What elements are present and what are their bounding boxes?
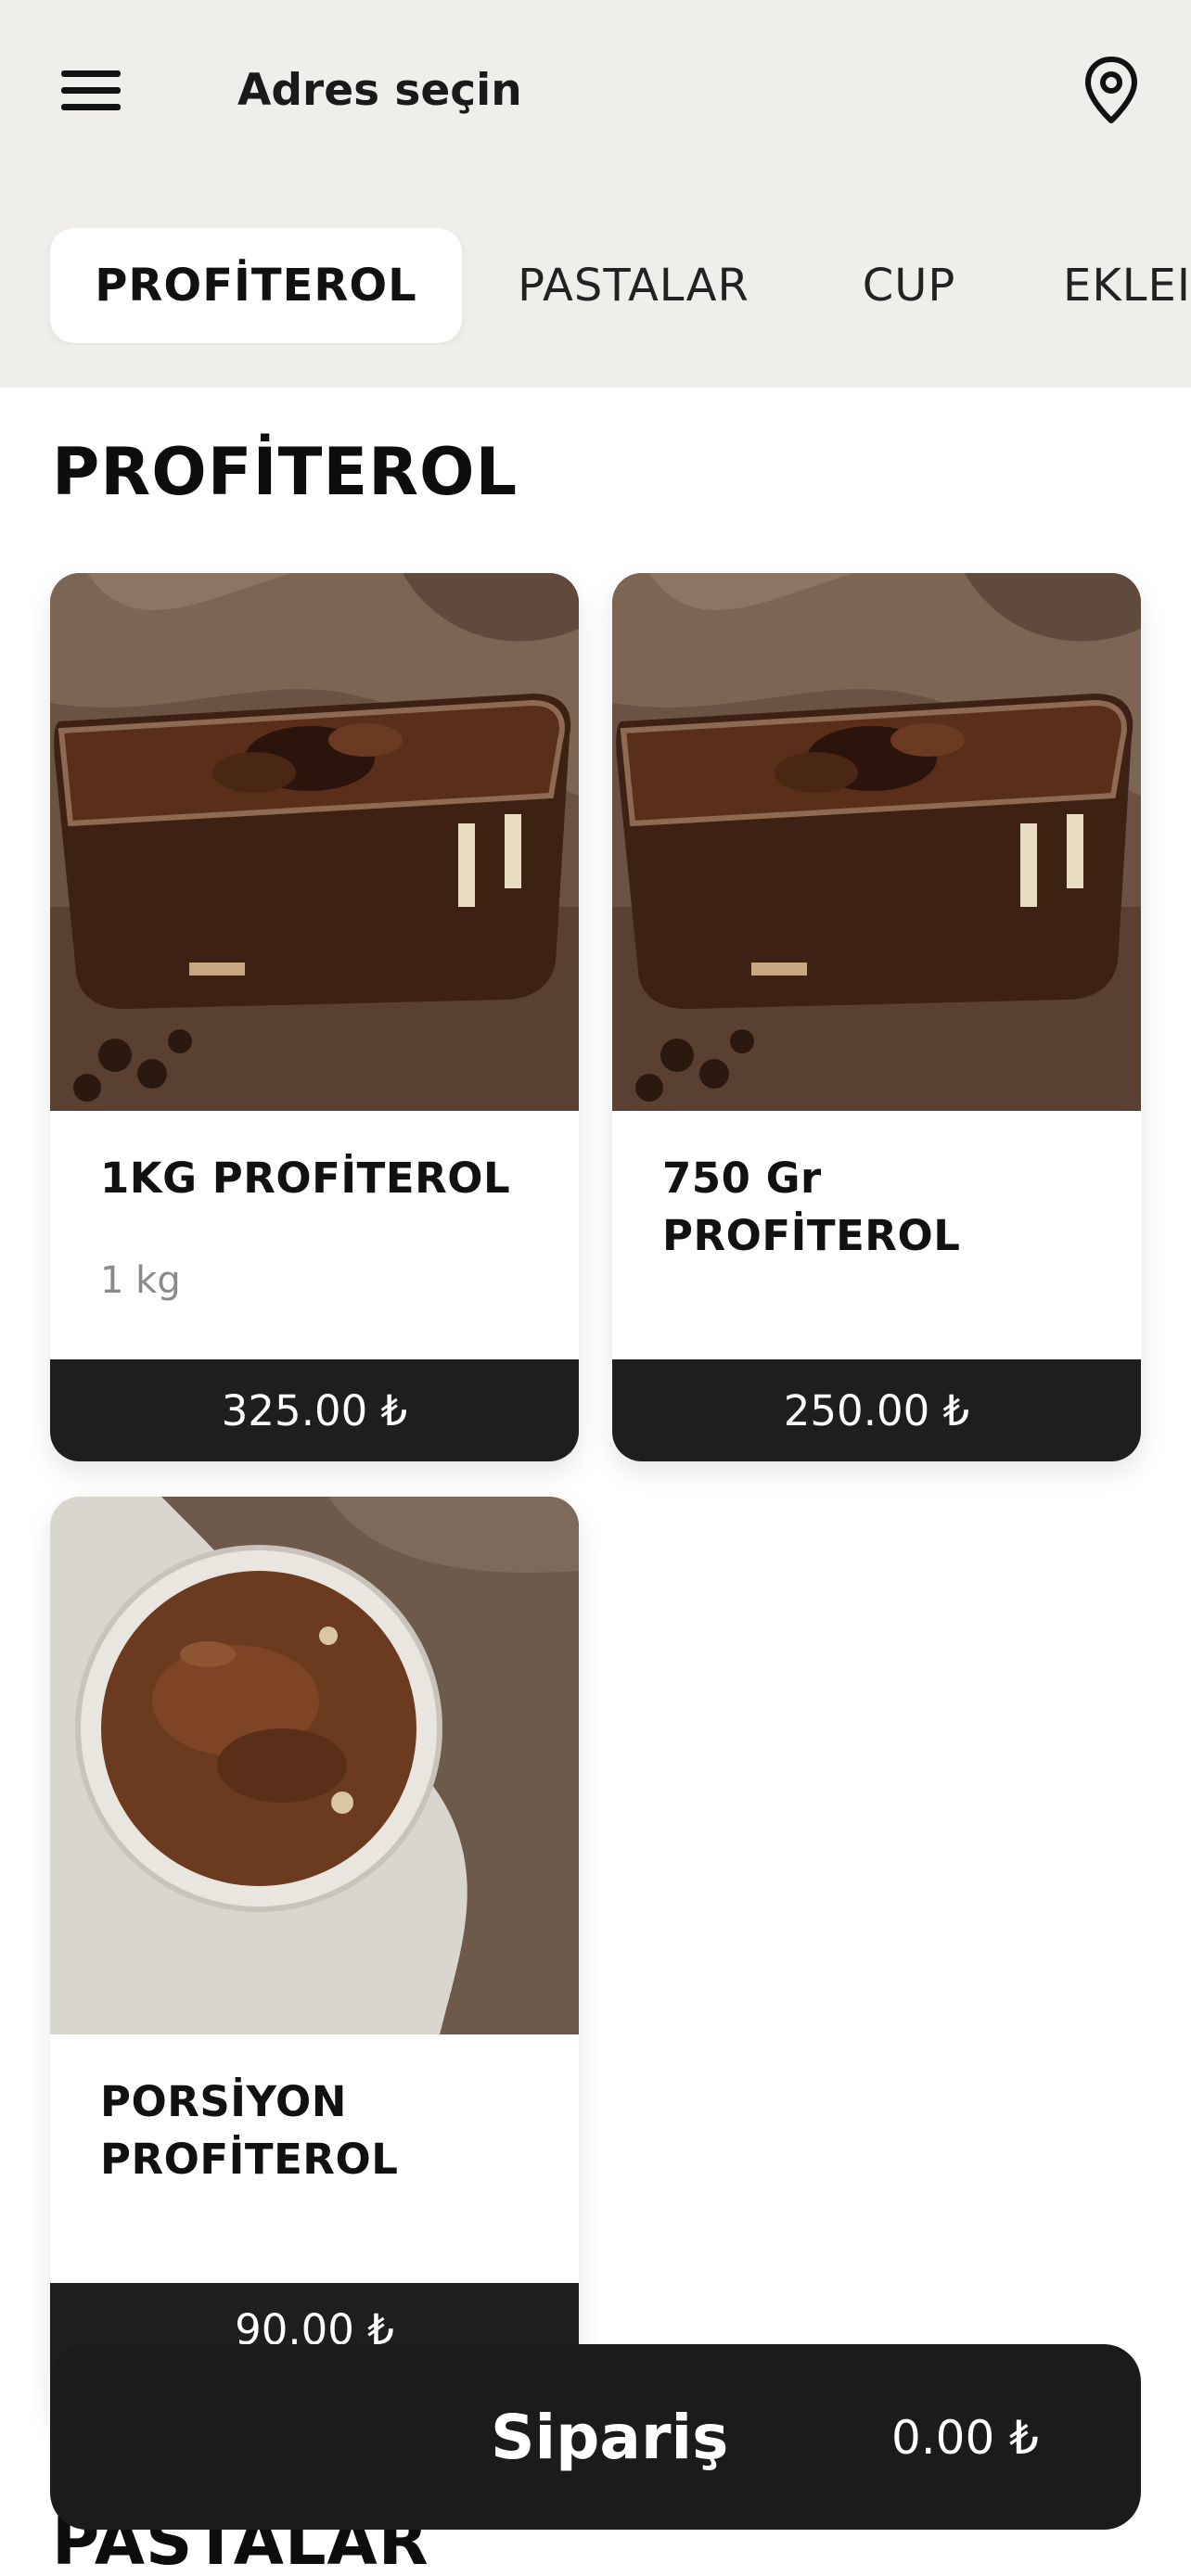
product-card-1kg[interactable]: 1KG PROFİTEROL 1 kg 325.00 ₺ (50, 573, 579, 1461)
product-image (50, 1497, 579, 2034)
address-selector[interactable]: Adres seçin (237, 65, 522, 116)
product-subtitle: 1 kg (100, 1259, 181, 1302)
tab-cup[interactable]: CUP (853, 228, 965, 343)
tab-profiterol[interactable]: PROFİTEROL (50, 228, 462, 343)
product-image (50, 573, 579, 1111)
order-total: 0.00 ₺ (890, 2411, 1039, 2465)
product-price: 325.00 ₺ (50, 1359, 579, 1461)
product-name: PORSİYON PROFİTEROL (100, 2077, 399, 2184)
order-label: Sipariş (491, 2402, 729, 2473)
product-name: 750 Gr PROFİTEROL (662, 1154, 961, 1260)
location-pin-icon[interactable] (1083, 56, 1139, 126)
product-image (612, 573, 1141, 1111)
tab-pastalar[interactable]: PASTALAR (512, 228, 755, 343)
product-name: 1KG PROFİTEROL (100, 1154, 511, 1203)
product-price: 250.00 ₺ (612, 1359, 1141, 1461)
order-button[interactable]: Sipariş 0.00 ₺ (50, 2344, 1141, 2530)
product-card-750gr[interactable]: 750 Gr PROFİTEROL 250.00 ₺ (612, 573, 1141, 1461)
category-tabs: PROFİTEROL PASTALAR CUP EKLEI (0, 228, 1191, 345)
section-title-profiterol: PROFİTEROL (52, 434, 519, 510)
menu-icon[interactable] (61, 65, 122, 115)
product-card-porsiyon[interactable]: PORSİYON PROFİTEROL 90.00 ₺ (50, 1497, 579, 2424)
tab-ekler[interactable]: EKLEI (1063, 228, 1191, 343)
top-bar: Adres seçin PROFİTEROL PASTALAR CUP EKLE… (0, 0, 1191, 388)
